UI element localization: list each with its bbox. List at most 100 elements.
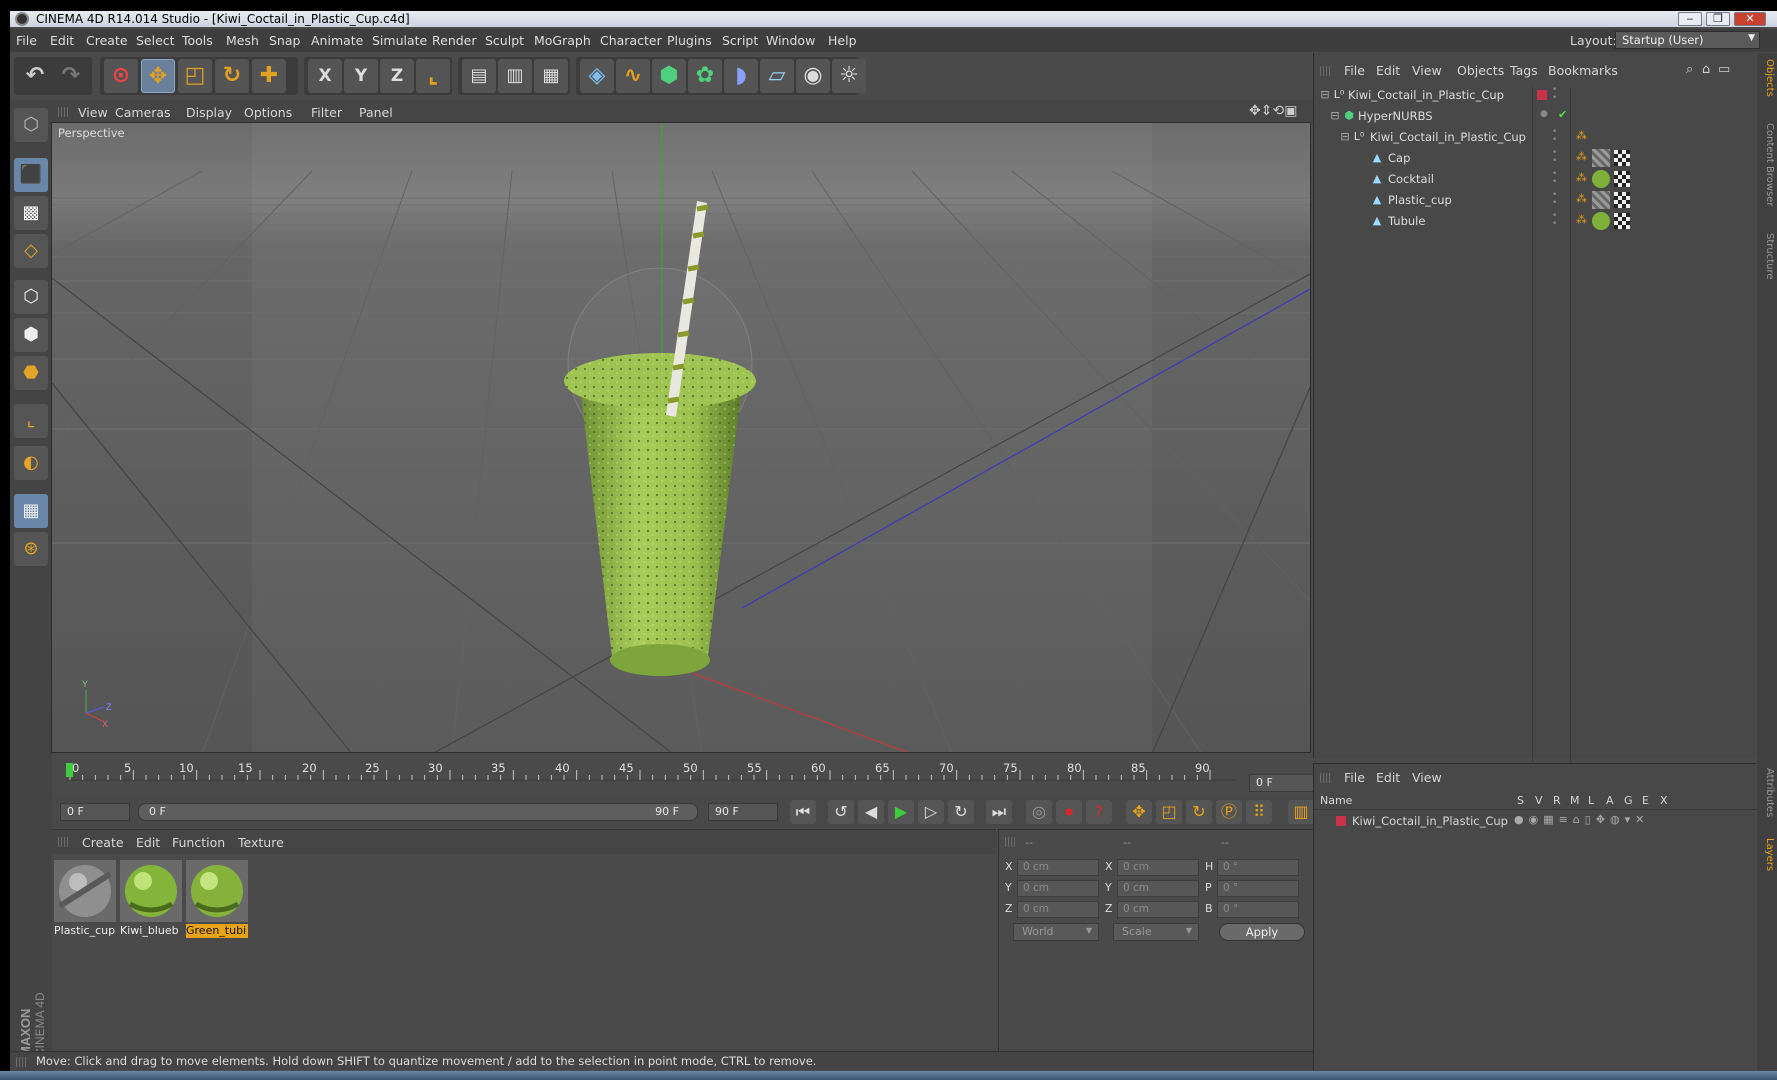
y-axis-lock-icon[interactable]: Y: [344, 59, 378, 93]
deformer-icon[interactable]: ◗: [724, 59, 758, 93]
next-frame-icon[interactable]: ▷: [918, 800, 944, 824]
search-icon[interactable]: ⌕: [1686, 62, 1693, 77]
material-tag-icon[interactable]: [1592, 149, 1610, 167]
menu-sculpt[interactable]: Sculpt: [485, 33, 524, 48]
pos-z-field[interactable]: 0 cm: [1017, 901, 1099, 918]
panel-grip-icon[interactable]: [58, 837, 68, 847]
edges-mode-icon[interactable]: ⬢: [14, 318, 48, 352]
render-picture-viewer-icon[interactable]: ▥: [498, 59, 532, 93]
enabled-check-icon[interactable]: ✔: [1558, 108, 1567, 121]
visibility-dots-icon[interactable]: • •: [1552, 128, 1557, 145]
visibility-dot-icon[interactable]: ●: [1540, 109, 1548, 119]
layer-toggle-icons[interactable]: ●◉▦≡⌂▯✥◍▾✕: [1514, 813, 1649, 826]
menu-select[interactable]: Select: [136, 33, 175, 48]
layer-col-e[interactable]: E: [1642, 794, 1649, 807]
lm-menu-edit[interactable]: Edit: [1376, 770, 1400, 785]
object-row[interactable]: ▲ Cocktail • • ⁂: [1314, 169, 1757, 190]
viewport-menu-cameras[interactable]: Cameras: [115, 105, 171, 120]
axis-mode-icon[interactable]: ⌞: [14, 404, 48, 438]
rot-h-field[interactable]: 0 °: [1217, 859, 1299, 876]
material-menu-create[interactable]: Create: [82, 835, 124, 850]
scale-tool-icon[interactable]: ◰: [178, 59, 212, 93]
viewport-navigation-icons[interactable]: ✥⇕⟲▣: [1249, 103, 1297, 119]
timeline-ruler[interactable]: 0 5 10 15 20 25 30 35 40 45 50 55 60 65 …: [66, 760, 1236, 786]
visibility-dots-icon[interactable]: • •: [1552, 212, 1557, 229]
layer-col-v[interactable]: V: [1535, 794, 1543, 807]
camera-icon[interactable]: ◉: [796, 59, 830, 93]
start-frame-field[interactable]: 0 F: [60, 803, 130, 821]
material-kiwi-blueb[interactable]: Kiwi_blueb: [120, 860, 182, 938]
play-icon[interactable]: ▶: [888, 800, 914, 824]
pos-x-field[interactable]: 0 cm: [1017, 859, 1099, 876]
coordinate-system-icon[interactable]: ⌞: [416, 59, 450, 93]
key-pla-icon[interactable]: ⠿: [1246, 800, 1272, 824]
menu-file[interactable]: File: [16, 33, 37, 48]
object-row[interactable]: ⊟ L⁰ Kiwi_Coctail_in_Plastic_Cup • •: [1314, 85, 1757, 106]
environment-floor-icon[interactable]: ▱: [760, 59, 794, 93]
menu-mograph[interactable]: MoGraph: [534, 33, 591, 48]
uvw-tag-icon[interactable]: [1614, 192, 1630, 208]
uvw-tag-icon[interactable]: [1614, 213, 1630, 229]
workplane-icon[interactable]: ◇: [14, 234, 48, 268]
recent-tools-icon[interactable]: ✚: [252, 59, 286, 93]
model-mode-icon[interactable]: ⬛: [14, 158, 48, 192]
layer-row[interactable]: Kiwi_Coctail_in_Plastic_Cup ●◉▦≡⌂▯✥◍▾✕: [1314, 812, 1757, 830]
snapping-icon[interactable]: ◐: [14, 446, 48, 480]
material-tag-icon[interactable]: [1592, 212, 1610, 230]
om-menu-file[interactable]: File: [1344, 63, 1365, 78]
menu-create[interactable]: Create: [86, 33, 128, 48]
undo-icon[interactable]: ↶: [18, 59, 52, 93]
render-view-icon[interactable]: ▤: [462, 59, 496, 93]
menu-mesh[interactable]: Mesh: [226, 33, 259, 48]
tab-structure[interactable]: Structure: [1759, 233, 1775, 280]
material-plastic-cup[interactable]: Plastic_cup: [54, 860, 116, 938]
phong-tag-icon[interactable]: ⁂: [1576, 129, 1587, 142]
layer-col-g[interactable]: G: [1624, 794, 1633, 807]
z-axis-lock-icon[interactable]: Z: [380, 59, 414, 93]
material-menu-texture[interactable]: Texture: [238, 835, 284, 850]
panel-options-icon[interactable]: ▭: [1718, 62, 1730, 77]
size-mode-dropdown[interactable]: Scale ▼: [1113, 923, 1199, 941]
material-tag-icon[interactable]: [1592, 191, 1610, 209]
menu-tools[interactable]: Tools: [182, 33, 213, 48]
layout-dropdown[interactable]: Startup (User) ▼: [1615, 31, 1760, 49]
layer-color-swatch[interactable]: [1336, 816, 1346, 826]
size-x-field[interactable]: 0 cm: [1117, 859, 1199, 876]
nurbs-icon[interactable]: ⬢: [652, 59, 686, 93]
tab-layers[interactable]: Layers: [1759, 838, 1775, 871]
collapse-icon[interactable]: ⊟: [1328, 109, 1342, 123]
visibility-dots-icon[interactable]: • •: [1552, 86, 1557, 103]
viewport-menu-options[interactable]: Options: [244, 105, 292, 120]
layer-col-r[interactable]: R: [1553, 794, 1561, 807]
mograph-cloner-icon[interactable]: ✿: [688, 59, 722, 93]
menu-animate[interactable]: Animate: [311, 33, 363, 48]
viewport-menu-display[interactable]: Display: [186, 105, 232, 120]
collapse-icon[interactable]: ⊟: [1338, 130, 1352, 144]
home-icon[interactable]: ⌂: [1702, 62, 1710, 77]
keyframe-selection-icon[interactable]: ?: [1086, 800, 1112, 824]
record-icon[interactable]: ⏺: [1056, 800, 1082, 824]
planar-workplane-icon[interactable]: ⊛: [14, 532, 48, 566]
previous-frame-icon[interactable]: ◀: [858, 800, 884, 824]
current-frame-field[interactable]: 0 F: [1249, 774, 1317, 792]
menu-edit[interactable]: Edit: [50, 33, 74, 48]
polygons-mode-icon[interactable]: ⬣: [14, 356, 48, 390]
light-icon[interactable]: ☼: [832, 59, 866, 93]
visibility-dots-icon[interactable]: • •: [1552, 149, 1557, 166]
move-tool-icon[interactable]: ✥: [141, 59, 175, 93]
panel-grip-icon[interactable]: [58, 107, 68, 117]
phong-tag-icon[interactable]: ⁂: [1576, 192, 1587, 205]
previous-key-icon[interactable]: ↺: [828, 800, 854, 824]
om-menu-view[interactable]: View: [1412, 63, 1442, 78]
object-row[interactable]: ▲ Tubule • • ⁂: [1314, 211, 1757, 232]
redo-icon[interactable]: ↷: [54, 59, 88, 93]
key-rotation-icon[interactable]: ↻: [1186, 800, 1212, 824]
object-row[interactable]: ⊟ L⁰ Kiwi_Coctail_in_Plastic_Cup • • ⁂: [1314, 127, 1757, 148]
go-to-end-icon[interactable]: ⏭: [986, 800, 1012, 824]
object-row[interactable]: ⊟ ⬢ HyperNURBS ● ✔: [1314, 106, 1757, 127]
visibility-dots-icon[interactable]: • •: [1552, 191, 1557, 208]
viewport-menu-panel[interactable]: Panel: [359, 105, 393, 120]
tab-attributes[interactable]: Attributes: [1759, 768, 1775, 817]
rotate-tool-icon[interactable]: ↻: [215, 59, 249, 93]
menu-character[interactable]: Character: [600, 33, 662, 48]
